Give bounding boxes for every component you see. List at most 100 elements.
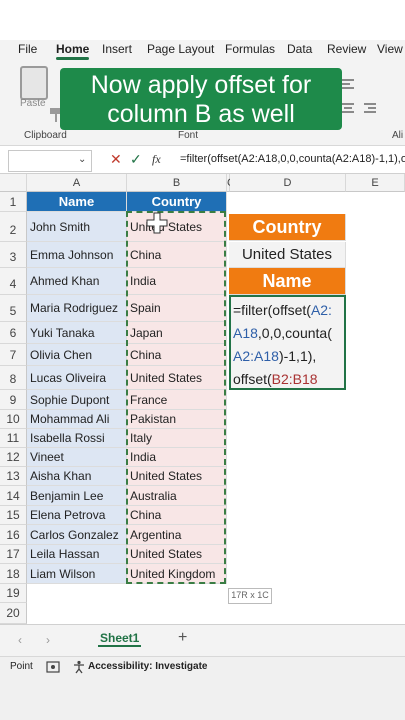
row-header-18[interactable]: 18: [0, 564, 27, 584]
table-cell-name[interactable]: Carlos Gonzalez: [27, 525, 127, 545]
next-sheet-icon[interactable]: ›: [46, 633, 50, 647]
table-cell-name[interactable]: Isabella Rossi: [27, 429, 127, 448]
table-cell-country[interactable]: United States: [127, 212, 227, 242]
row-header-16[interactable]: 16: [0, 525, 27, 545]
table-cell-country[interactable]: China: [127, 242, 227, 268]
table-cell-country[interactable]: Argentina: [127, 525, 227, 545]
row-header-2[interactable]: 2: [0, 212, 27, 242]
formula-bar: ⌄ ✕ ✓ fx =filter(offset(A2:A18,0,0,count…: [0, 146, 405, 174]
table-cell-name[interactable]: Aisha Khan: [27, 467, 127, 486]
row-header-20[interactable]: 20: [0, 603, 27, 624]
table-cell-country[interactable]: Australia: [127, 486, 227, 506]
table-cell-name[interactable]: John Smith: [27, 212, 127, 242]
formula-part: )-1,1),: [278, 348, 317, 364]
row-header-15[interactable]: 15: [0, 506, 27, 525]
enter-check-icon[interactable]: ✓: [130, 151, 142, 168]
table-cell-name[interactable]: Mohammad Ali: [27, 410, 127, 429]
add-sheet-button[interactable]: +: [178, 629, 187, 647]
cancel-icon[interactable]: ✕: [110, 151, 122, 168]
row-header-13[interactable]: 13: [0, 467, 27, 486]
row-header-6[interactable]: 6: [0, 322, 27, 344]
tab-data[interactable]: Data: [287, 42, 312, 56]
table-cell-country[interactable]: Pakistan: [127, 410, 227, 429]
table-cell-name[interactable]: Elena Petrova: [27, 506, 127, 525]
clipboard-group-label: Clipboard: [24, 130, 67, 141]
ribbon-tab-bar: File Home Insert Page Layout Formulas Da…: [0, 40, 405, 60]
row-header-17[interactable]: 17: [0, 545, 27, 564]
table-cell-country[interactable]: France: [127, 390, 227, 410]
prev-sheet-icon[interactable]: ‹: [18, 633, 22, 647]
tab-home[interactable]: Home: [56, 42, 90, 60]
table-header-name[interactable]: Name: [27, 192, 127, 212]
row-header-19[interactable]: 19: [0, 584, 27, 603]
range-size-tooltip: 17R x 1C: [228, 588, 272, 604]
row-header-3[interactable]: 3: [0, 242, 27, 268]
row-header-7[interactable]: 7: [0, 344, 27, 366]
table-cell-name[interactable]: Yuki Tanaka: [27, 322, 127, 344]
formula-ref-a: A2:: [310, 302, 332, 318]
table-cell-country[interactable]: United States: [127, 545, 227, 564]
row-header-8[interactable]: 8: [0, 366, 27, 390]
tab-insert[interactable]: Insert: [102, 42, 132, 56]
column-header-a[interactable]: A: [27, 174, 127, 192]
accessibility-status[interactable]: Accessibility: Investigate: [88, 661, 208, 672]
table-cell-name[interactable]: Maria Rodriguez: [27, 295, 127, 322]
column-header-d[interactable]: D: [230, 174, 346, 192]
overlay-caption-line1: Now apply offset for: [90, 71, 312, 99]
formula-ref-b: B2:B18: [271, 371, 318, 387]
table-cell-name[interactable]: Leila Hassan: [27, 545, 127, 564]
row-header-1[interactable]: 1: [0, 192, 27, 212]
criteria-value-country[interactable]: United States: [229, 242, 346, 268]
table-cell-name[interactable]: Benjamin Lee: [27, 486, 127, 506]
table-cell-country[interactable]: India: [127, 268, 227, 295]
paste-icon[interactable]: [20, 66, 48, 100]
table-cell-country[interactable]: Italy: [127, 429, 227, 448]
row-header-14[interactable]: 14: [0, 486, 27, 506]
table-cell-name[interactable]: Liam Wilson: [27, 564, 127, 584]
tab-file[interactable]: File: [18, 42, 37, 56]
tab-formulas[interactable]: Formulas: [225, 42, 275, 56]
insert-function-icon[interactable]: fx: [152, 152, 161, 167]
table-cell-country[interactable]: United States: [127, 467, 227, 486]
result-label-name[interactable]: Name: [229, 268, 346, 295]
row-header-4[interactable]: 4: [0, 268, 27, 295]
alignment-icons[interactable]: [340, 74, 400, 126]
top-blank-band: [0, 0, 405, 40]
column-header-b[interactable]: B: [127, 174, 227, 192]
table-header-country[interactable]: Country: [127, 192, 227, 212]
select-all-corner[interactable]: [0, 174, 27, 192]
overlay-caption: Now apply offset for column B as well: [60, 68, 342, 130]
chevron-down-icon[interactable]: ⌄: [78, 154, 86, 165]
table-cell-country[interactable]: Japan: [127, 322, 227, 344]
table-cell-name[interactable]: Lucas Oliveira: [27, 366, 127, 390]
tab-view[interactable]: View: [377, 42, 403, 56]
active-edit-cell-d5[interactable]: =filter(offset(A2: A18,0,0,counta( A2:A1…: [229, 295, 346, 390]
table-cell-country[interactable]: Spain: [127, 295, 227, 322]
status-bar: Point Accessibility: Investigate: [0, 656, 405, 676]
table-cell-country[interactable]: China: [127, 344, 227, 366]
table-cell-name[interactable]: Olivia Chen: [27, 344, 127, 366]
criteria-label-country[interactable]: Country: [229, 214, 346, 241]
row-header-10[interactable]: 10: [0, 410, 27, 429]
status-mode: Point: [10, 661, 33, 672]
table-cell-country[interactable]: China: [127, 506, 227, 525]
macro-record-icon[interactable]: [46, 660, 60, 674]
row-header-9[interactable]: 9: [0, 390, 27, 410]
table-cell-name[interactable]: Sophie Dupont: [27, 390, 127, 410]
formula-input[interactable]: =filter(offset(A2:A18,0,0,counta(A2:A18)…: [180, 153, 405, 165]
accessibility-icon[interactable]: [72, 660, 86, 674]
row-header-12[interactable]: 12: [0, 448, 27, 467]
column-header-e[interactable]: E: [346, 174, 405, 192]
table-cell-name[interactable]: Vineet: [27, 448, 127, 467]
table-cell-country[interactable]: United States: [127, 366, 227, 390]
sheet-tab-bar: ‹ › Sheet1 +: [0, 624, 405, 656]
row-header-5[interactable]: 5: [0, 295, 27, 322]
table-cell-name[interactable]: Ahmed Khan: [27, 268, 127, 295]
table-cell-country[interactable]: India: [127, 448, 227, 467]
tab-review[interactable]: Review: [327, 42, 366, 56]
tab-page-layout[interactable]: Page Layout: [147, 42, 214, 56]
sheet-tab-sheet1[interactable]: Sheet1: [98, 631, 142, 647]
table-cell-name[interactable]: Emma Johnson: [27, 242, 127, 268]
table-cell-country[interactable]: United Kingdom: [127, 564, 227, 584]
row-header-11[interactable]: 11: [0, 429, 27, 448]
